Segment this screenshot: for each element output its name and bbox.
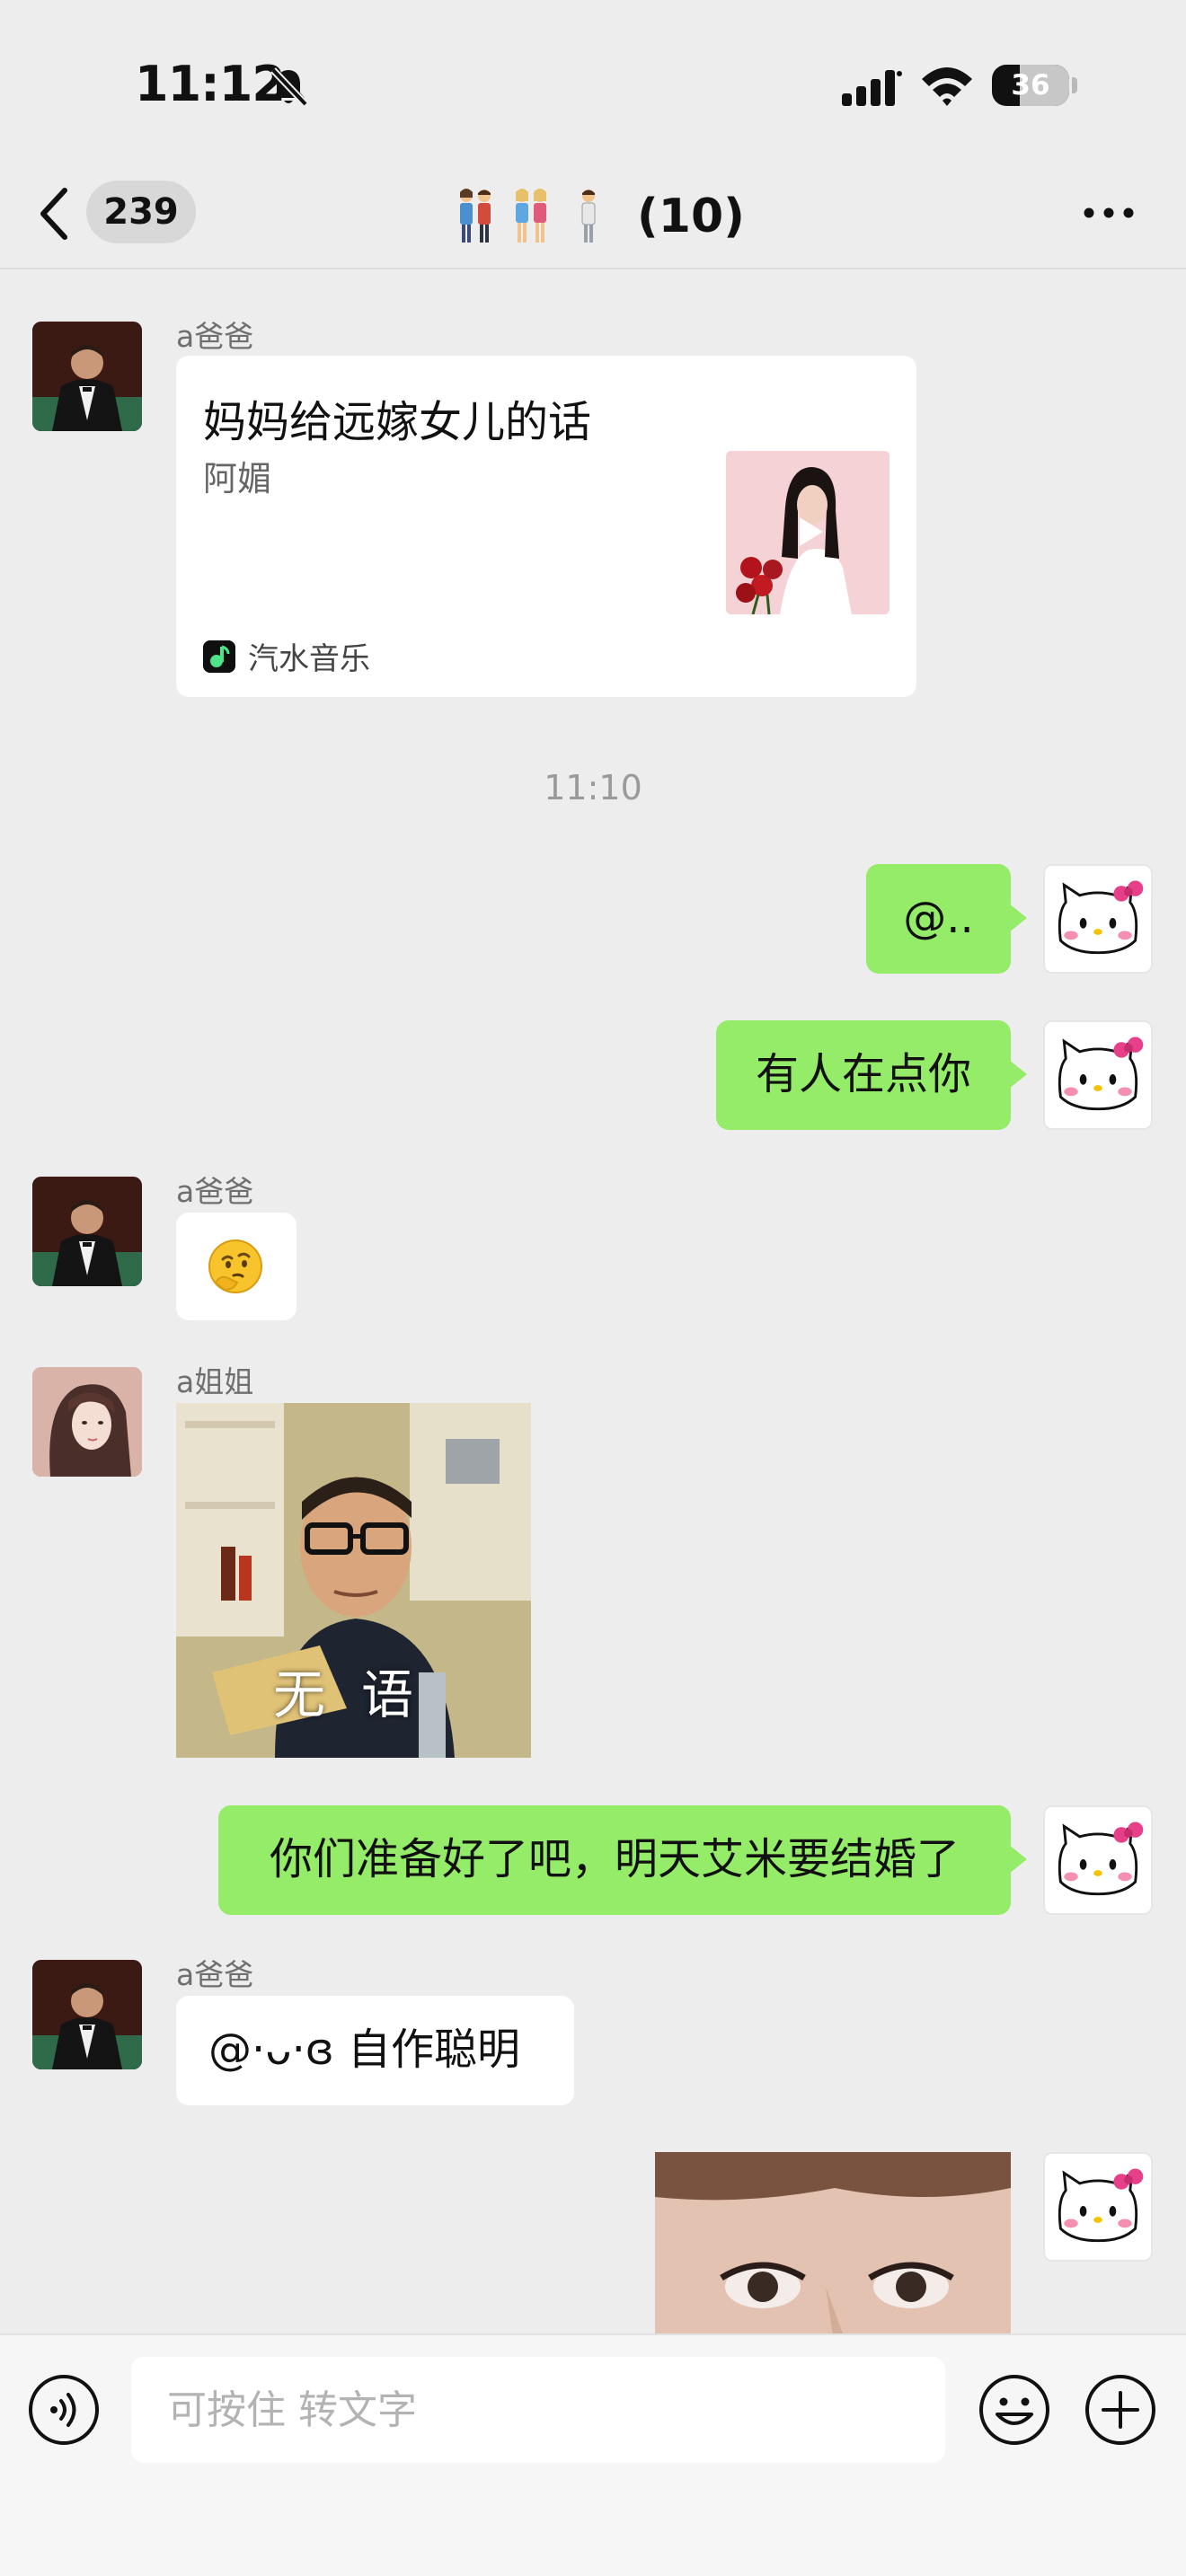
bell-muted-icon bbox=[270, 67, 308, 107]
member-count: (10) bbox=[637, 190, 745, 243]
back-chevron-icon[interactable] bbox=[36, 185, 72, 243]
status-bar: 11:12 36 bbox=[0, 0, 1186, 162]
unread-count-badge[interactable]: 239 bbox=[86, 181, 196, 243]
message-text: @·ᴗ·ɞ 自作聪明 bbox=[208, 2025, 521, 2076]
wifi-icon bbox=[922, 67, 972, 106]
message-input[interactable] bbox=[131, 2357, 945, 2463]
sender-name: a姐姐 bbox=[176, 1364, 254, 1399]
avatar-self[interactable] bbox=[1043, 1805, 1153, 1915]
sender-name: a爸爸 bbox=[176, 319, 254, 354]
message-text: 你们准备好了吧，明天艾米要结婚了 bbox=[269, 1834, 960, 1885]
sticker-image[interactable]: 无语 bbox=[176, 1403, 531, 1758]
battery-percent: 36 bbox=[1011, 69, 1050, 101]
outgoing-message-bubble[interactable]: 你们准备好了吧，明天艾米要结婚了 bbox=[218, 1805, 1027, 1915]
incoming-message-bubble[interactable]: @·ᴗ·ɞ 自作聪明 bbox=[176, 1996, 574, 2105]
more-options-icon[interactable] bbox=[1082, 202, 1136, 224]
status-time: 11:12 bbox=[135, 56, 286, 112]
chat-title: (10) bbox=[454, 185, 745, 248]
avatar-dad[interactable] bbox=[32, 1960, 142, 2069]
avatar-self[interactable] bbox=[1043, 864, 1153, 974]
outgoing-message-bubble[interactable]: @.. bbox=[866, 864, 1027, 974]
incoming-emoji-bubble[interactable] bbox=[176, 1213, 296, 1320]
people-emoji-icon bbox=[460, 189, 596, 243]
music-title: 妈妈给远嫁女儿的话 bbox=[203, 397, 592, 447]
avatar-self[interactable] bbox=[1043, 1020, 1153, 1130]
more-actions-plus-icon[interactable] bbox=[1084, 2373, 1157, 2447]
music-share-card[interactable]: 妈妈给远嫁女儿的话 阿媚 汽水音乐 bbox=[176, 356, 916, 697]
sender-name: a爸爸 bbox=[176, 1957, 254, 1992]
sticker-caption: 无语 bbox=[273, 1664, 450, 1725]
avatar-dad[interactable] bbox=[32, 322, 142, 431]
music-artist: 阿媚 bbox=[203, 459, 272, 498]
avatar-dad[interactable] bbox=[32, 1177, 142, 1286]
input-bar bbox=[0, 2333, 1186, 2576]
music-source-label: 汽水音乐 bbox=[248, 641, 370, 677]
voice-input-icon[interactable] bbox=[27, 2373, 101, 2447]
emoji-picker-icon[interactable] bbox=[978, 2373, 1051, 2447]
music-app-icon bbox=[203, 640, 235, 673]
chat-header: 239 (10) bbox=[0, 162, 1186, 269]
avatar-sister[interactable] bbox=[32, 1367, 142, 1477]
avatar-self[interactable] bbox=[1043, 2152, 1153, 2262]
sender-name: a爸爸 bbox=[176, 1174, 254, 1209]
photo-message[interactable] bbox=[655, 2152, 1011, 2336]
thinking-face-icon bbox=[208, 1239, 262, 1293]
battery-indicator: 36 bbox=[992, 65, 1069, 106]
music-cover-image[interactable] bbox=[726, 451, 890, 614]
message-text: 有人在点你 bbox=[755, 1049, 971, 1100]
cellular-signal-icon bbox=[842, 70, 902, 106]
outgoing-message-bubble[interactable]: 有人在点你 bbox=[716, 1020, 1027, 1130]
message-timestamp: 11:10 bbox=[544, 768, 642, 807]
message-text: @.. bbox=[903, 893, 974, 944]
